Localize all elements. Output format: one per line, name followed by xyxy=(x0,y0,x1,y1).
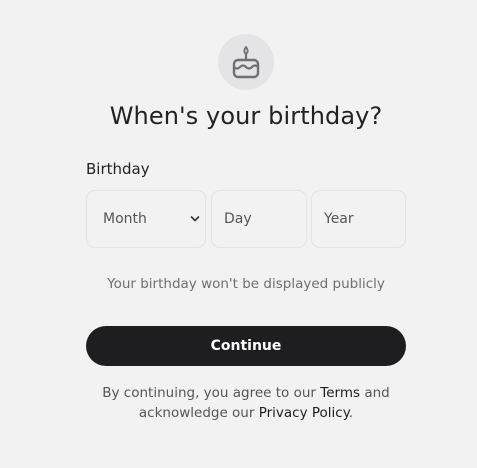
year-input[interactable]: Year xyxy=(311,190,406,248)
legal-text-part1: By continuing, you agree to our xyxy=(102,385,321,401)
birthday-cake-icon xyxy=(232,46,260,79)
terms-link[interactable]: Terms xyxy=(320,385,360,401)
birthday-label: Birthday xyxy=(86,160,150,178)
month-select-value: Month xyxy=(103,211,147,227)
month-select[interactable]: Month xyxy=(86,190,206,248)
legal-text-part3: . xyxy=(348,405,354,421)
continue-button[interactable]: Continue xyxy=(86,326,406,366)
day-input[interactable]: Day xyxy=(211,190,307,248)
birthday-page: When's your birthday? Birthday Month Day… xyxy=(0,0,477,468)
legal-text: By continuing, you agree to our Terms an… xyxy=(86,383,406,423)
day-input-placeholder: Day xyxy=(224,211,252,227)
chevron-down-icon xyxy=(190,216,200,222)
continue-button-label: Continue xyxy=(210,338,282,354)
icon-badge xyxy=(218,34,274,90)
privacy-policy-link[interactable]: Privacy Policy xyxy=(259,405,349,421)
year-input-placeholder: Year xyxy=(324,211,354,227)
page-title: When's your birthday? xyxy=(109,102,383,130)
privacy-note: Your birthday won't be displayed publicl… xyxy=(107,276,385,292)
